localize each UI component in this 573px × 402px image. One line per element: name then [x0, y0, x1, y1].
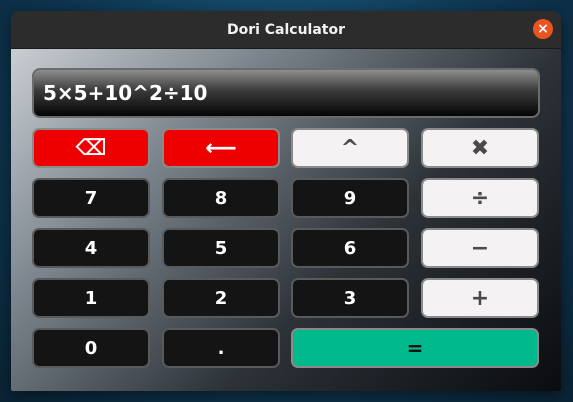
- digit-3-button[interactable]: 3: [291, 278, 409, 318]
- multiply-icon: ✖: [470, 135, 490, 161]
- expression-text: 5×5+10^2÷10: [43, 81, 208, 105]
- minus-button[interactable]: −: [421, 228, 539, 268]
- digit-1-button[interactable]: 1: [32, 278, 150, 318]
- digit-9-button[interactable]: 9: [291, 178, 409, 218]
- digit-label: 4: [84, 237, 98, 259]
- digit-label: 0: [84, 337, 98, 359]
- calculator-body: 5×5+10^2÷10 ⌫ ⟵ ^ ✖ 7 8 9 ÷ 4 5 6 − 1 2 …: [11, 49, 561, 391]
- decimal-label: .: [217, 337, 225, 359]
- digit-label: 6: [343, 237, 357, 259]
- digit-5-button[interactable]: 5: [162, 228, 280, 268]
- power-label: ^: [340, 135, 360, 161]
- digit-7-button[interactable]: 7: [32, 178, 150, 218]
- digit-label: 1: [84, 287, 98, 309]
- window-title: Dori Calculator: [226, 21, 346, 38]
- decimal-point-button[interactable]: .: [162, 328, 280, 368]
- digit-label: 3: [343, 287, 357, 309]
- equals-label: =: [406, 336, 424, 360]
- calculator-window: Dori Calculator × 5×5+10^2÷10 ⌫ ⟵ ^ ✖ 7 …: [11, 11, 561, 391]
- close-icon: ×: [537, 21, 549, 37]
- digit-label: 9: [343, 187, 357, 209]
- plus-icon: +: [470, 285, 490, 311]
- digit-6-button[interactable]: 6: [291, 228, 409, 268]
- digit-label: 2: [214, 287, 228, 309]
- power-button[interactable]: ^: [291, 128, 409, 168]
- plus-button[interactable]: +: [421, 278, 539, 318]
- digit-label: 7: [84, 187, 98, 209]
- minus-icon: −: [470, 235, 490, 261]
- cursor-left-button[interactable]: ⟵: [162, 128, 280, 168]
- digit-label: 8: [214, 187, 228, 209]
- digit-label: 5: [214, 237, 228, 259]
- titlebar: Dori Calculator ×: [11, 11, 561, 49]
- expression-display[interactable]: 5×5+10^2÷10: [32, 68, 540, 118]
- divide-icon: ÷: [470, 185, 490, 211]
- backspace-button[interactable]: ⌫: [32, 128, 150, 168]
- divide-button[interactable]: ÷: [421, 178, 539, 218]
- close-button[interactable]: ×: [533, 19, 553, 39]
- digit-2-button[interactable]: 2: [162, 278, 280, 318]
- digit-0-button[interactable]: 0: [32, 328, 150, 368]
- equals-button[interactable]: =: [291, 328, 539, 368]
- digit-4-button[interactable]: 4: [32, 228, 150, 268]
- multiply-button[interactable]: ✖: [421, 128, 539, 168]
- left-arrow-icon: ⟵: [205, 135, 237, 161]
- digit-8-button[interactable]: 8: [162, 178, 280, 218]
- backspace-icon: ⌫: [75, 135, 107, 161]
